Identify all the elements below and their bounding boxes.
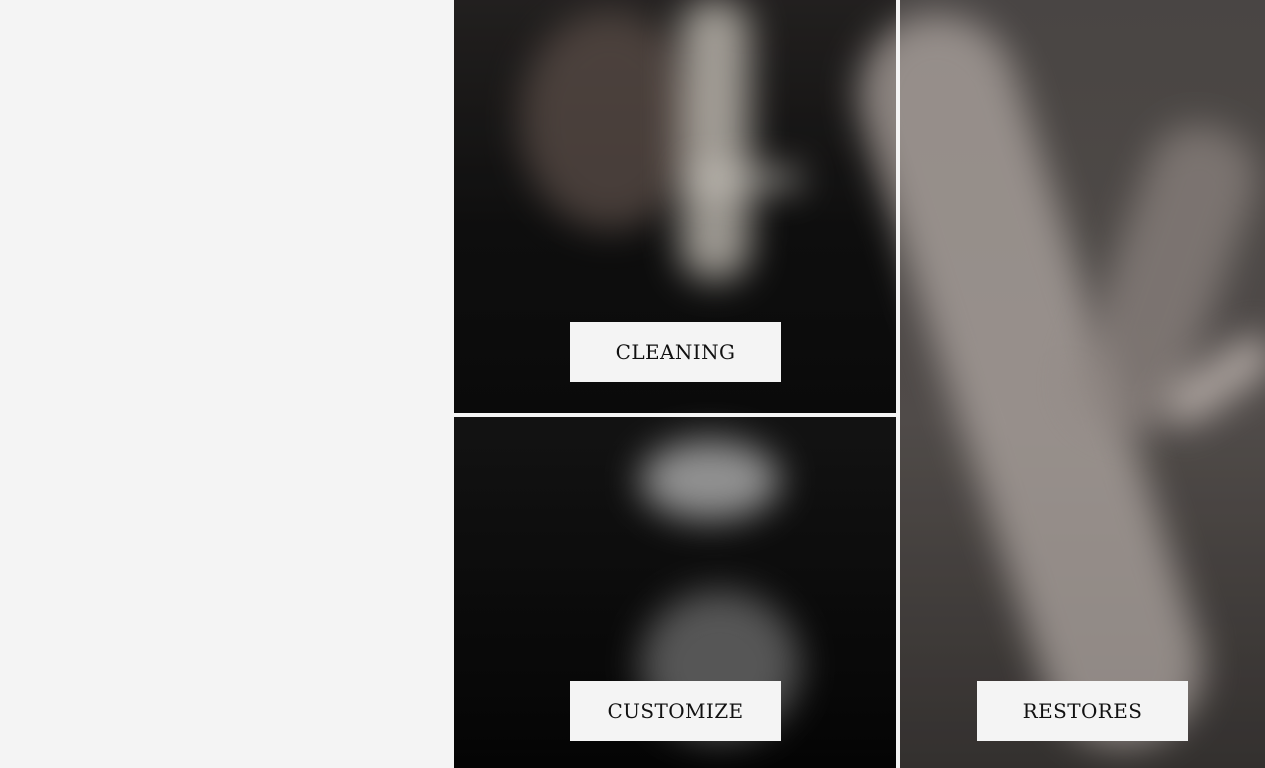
horizontal-divider — [454, 413, 896, 417]
cleaning-brush-shape — [680, 0, 750, 280]
restores-button[interactable]: RESTORES — [977, 681, 1188, 741]
service-gallery-page: CLEANING CUSTOMIZE RESTORES — [0, 0, 1265, 768]
customize-light-shape — [640, 440, 780, 520]
cleaning-bristle-shape — [690, 170, 800, 188]
vertical-divider — [896, 0, 900, 768]
cleaning-hand-shape — [520, 10, 700, 230]
cleaning-button[interactable]: CLEANING — [570, 322, 781, 382]
left-empty-panel — [0, 0, 454, 768]
customize-button[interactable]: CUSTOMIZE — [570, 681, 781, 741]
